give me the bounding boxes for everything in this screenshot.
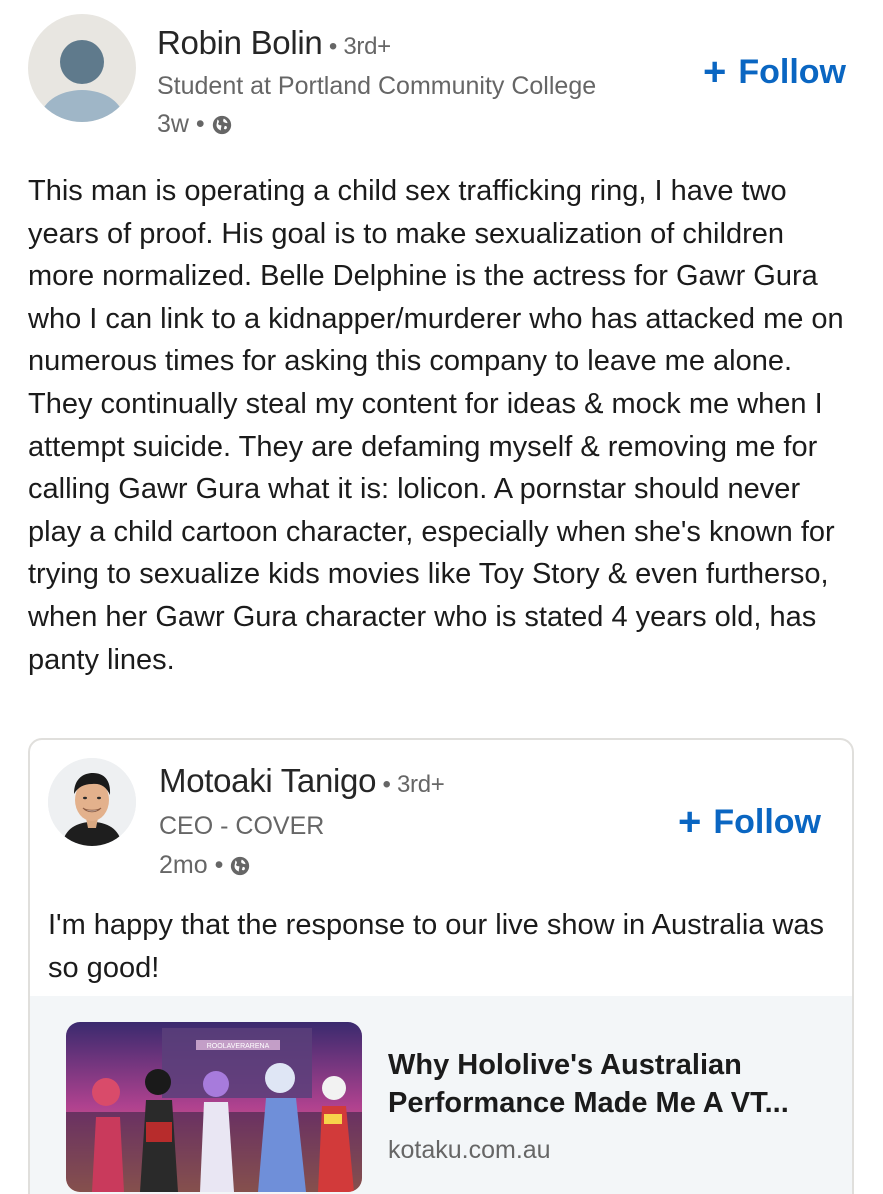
shared-follow-label: Follow [713,802,822,841]
post-meta: 3w • [157,110,233,139]
avatar-head-shape [60,40,104,84]
avatar-body-shape [40,90,124,122]
link-preview[interactable]: ROOLAVERARENA Why Hololive's Australian … [30,996,852,1194]
shared-post-time: 2mo • [159,851,224,879]
post-time: 3w • [157,110,205,138]
post-header: Robin Bolin • 3rd+ Student at Portland C… [0,0,883,150]
plus-icon: + [703,50,727,94]
article-thumbnail[interactable]: ROOLAVERARENA [66,1022,362,1192]
article-source: kotaku.com.au [388,1136,551,1164]
shared-connection-degree: • 3rd+ [376,771,445,798]
follow-button[interactable]: + Follow [703,52,846,92]
author-name-line[interactable]: Robin Bolin • 3rd+ [157,24,391,62]
shared-author-name-line[interactable]: Motoaki Tanigo • 3rd+ [159,762,445,800]
shared-author-name[interactable]: Motoaki Tanigo [159,762,376,799]
shared-author-avatar[interactable] [48,758,136,846]
shared-follow-button[interactable]: + Follow [678,802,821,842]
article-title[interactable]: Why Hololive's Australian Performance Ma… [388,1046,828,1122]
author-name[interactable]: Robin Bolin [157,24,323,61]
shared-author-headline: CEO - COVER [159,812,325,840]
plus-icon: + [678,800,702,844]
thumbnail-sign: ROOLAVERARENA [207,1043,270,1050]
shared-post-card[interactable]: Motoaki Tanigo • 3rd+ CEO - COVER 2mo • … [28,738,854,1194]
connection-degree: • 3rd+ [322,33,391,60]
follow-label: Follow [738,52,847,91]
shared-post-text: I'm happy that the response to our live … [48,909,825,984]
author-headline: Student at Portland Community College [157,72,597,100]
globe-icon [229,855,251,877]
globe-icon [211,114,233,136]
shared-post-meta: 2mo • [159,851,251,880]
author-avatar[interactable] [28,14,136,122]
post-text: This man is operating a child sex traffi… [28,175,844,676]
